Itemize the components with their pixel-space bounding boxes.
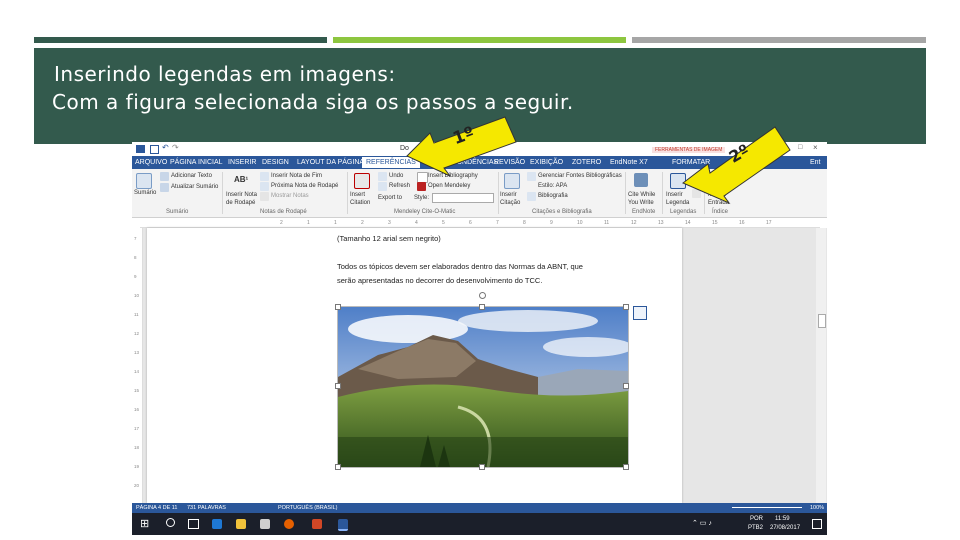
step-arrows: [406, 116, 791, 205]
